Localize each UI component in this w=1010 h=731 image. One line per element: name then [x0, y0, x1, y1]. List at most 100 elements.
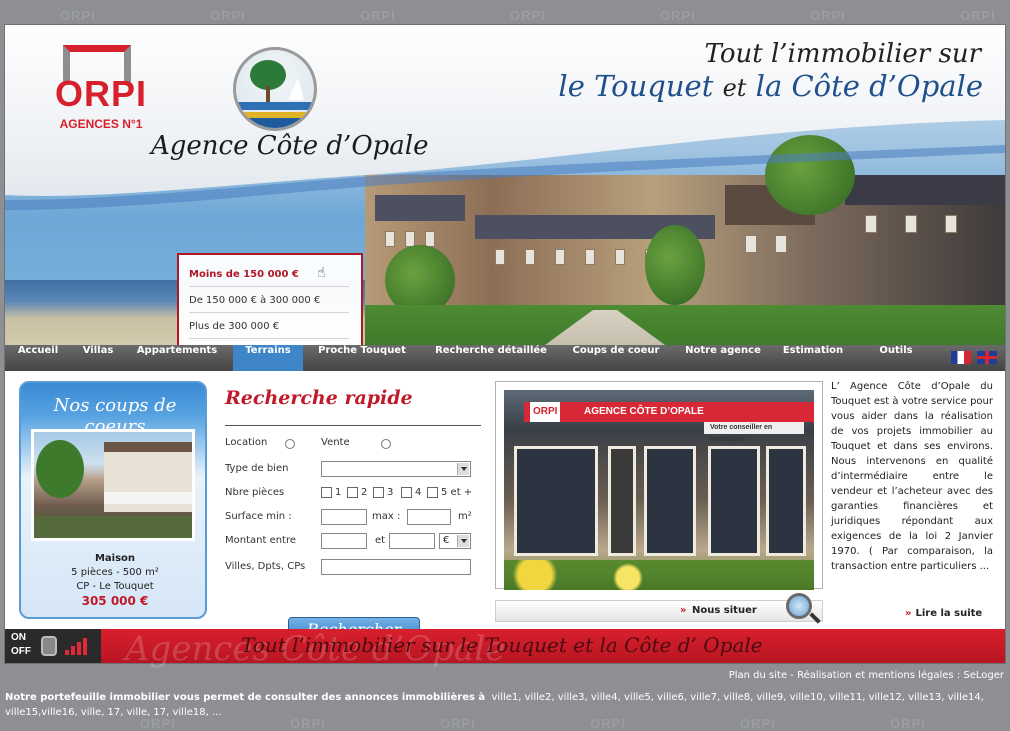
logo-subtitle: AGENCES N°1 [59, 117, 143, 131]
nav-item-estimation[interactable]: Estimation [775, 345, 851, 371]
vente-label: Vente [321, 437, 350, 448]
storefront-subsign: Votre conseiller en immobilier [704, 422, 804, 443]
montant-and-label: et [375, 535, 386, 546]
pieces-checkbox-3[interactable] [373, 487, 384, 498]
pieces-checkbox-4[interactable] [401, 487, 412, 498]
read-more-link[interactable]: » Lire la suite [905, 608, 982, 619]
featured-listing-card[interactable]: Nos coups de coeurs Maison 5 pièces - 50… [19, 381, 207, 619]
nav-item-recherche-detaillee[interactable]: Recherche détaillée [421, 345, 561, 371]
montant-min-input[interactable] [321, 533, 367, 549]
storefront-image: ORPI AGENCE CÔTE D’OPALE Votre conseille… [504, 390, 814, 590]
tree [645, 225, 705, 305]
pieces-option-label: 3 [387, 487, 394, 498]
seo-intro: Notre portefeuille immobilier vous perme… [5, 692, 486, 703]
agency-storefront-photo: ORPI AGENCE CÔTE D’OPALE Votre conseille… [495, 381, 823, 590]
location-radio[interactable] [285, 439, 295, 449]
flag-uk-icon[interactable] [977, 351, 997, 364]
surface-label: Surface min : [225, 511, 292, 522]
hand-cursor-icon: ☝ [317, 265, 326, 281]
location-label: Location [225, 437, 268, 448]
chevron-right-icon: » [905, 608, 912, 619]
agency-emblem-icon [233, 47, 317, 131]
currency-value: € [443, 535, 450, 546]
toggle-knob-icon [41, 636, 57, 656]
featured-price: 305 000 € [81, 594, 149, 608]
pieces-checkbox-5[interactable] [427, 487, 438, 498]
flowerbed [504, 560, 814, 590]
price-filter-menu: Moins de 150 000 € De 150 000 € à 300 00… [177, 253, 363, 345]
surface-min-input[interactable] [321, 509, 367, 525]
nav-item-coups-de-coeur[interactable]: Coups de coeur [561, 345, 671, 371]
shop-window [708, 446, 760, 556]
currency-select[interactable]: € [439, 533, 471, 549]
quick-search-form: Recherche rapide Location Vente Type de … [221, 387, 481, 627]
featured-location: CP - Le Touquet [76, 581, 154, 592]
pieces-option-label: 4 [415, 487, 422, 498]
pieces-checkbox-2[interactable] [347, 487, 358, 498]
chevron-down-icon [457, 535, 469, 547]
main-nav: Accueil Villas Appartements Terrains Pro… [5, 345, 1005, 371]
nav-item-notre-agence[interactable]: Notre agence [671, 345, 775, 371]
chevron-down-icon [457, 463, 469, 475]
volume-bars-icon [65, 637, 91, 655]
nav-item-proche-touquet[interactable]: Proche Touquet [307, 345, 417, 371]
logo-word: ORPI [54, 73, 147, 114]
watermark-text: ORPI [210, 8, 246, 23]
vente-radio[interactable] [381, 439, 391, 449]
page-frame: ORPI AGENCES N°1 Agence Côte d’Opale Tou… [4, 24, 1006, 669]
bottom-slogan-band: Agences Côte d’Opale Tout l’immobilier s… [5, 629, 1005, 669]
pieces-option-label: 5 et + [441, 487, 473, 498]
price-option-150k-300k[interactable]: De 150 000 € à 300 000 € [189, 289, 349, 313]
nav-item-accueil[interactable]: Accueil [5, 345, 71, 371]
flag-fr-icon[interactable] [951, 351, 971, 364]
pieces-checkbox-1[interactable] [321, 487, 332, 498]
featured-spec: 5 pièces - 500 m² [71, 567, 159, 578]
watermark-text: ORPI [510, 8, 546, 23]
villes-input[interactable] [321, 559, 471, 575]
storefront-sign: ORPI AGENCE CÔTE D’OPALE [524, 402, 814, 422]
pieces-option-label: 2 [361, 487, 368, 498]
nous-situer-link[interactable]: » Nous situer [495, 593, 823, 622]
montant-max-input[interactable] [389, 533, 435, 549]
agency-name: Agence Côte d’Opale [151, 131, 429, 161]
shop-window [644, 446, 696, 556]
pieces-label: Nbre pièces [225, 487, 285, 498]
featured-photo[interactable] [31, 429, 195, 541]
sound-toggle[interactable]: ON OFF [5, 629, 101, 663]
surface-unit: m² [458, 511, 472, 522]
watermark-text: ORPI [360, 8, 396, 23]
storefront-sign-text: AGENCE CÔTE D’OPALE [584, 406, 704, 417]
tagline-place-2: la Côte d’Opale [755, 69, 983, 103]
banner-lawn [365, 305, 1005, 345]
nous-situer-label: Nous situer [692, 605, 757, 616]
nav-item-outils[interactable]: Outils [861, 345, 931, 371]
storefront-logo: ORPI [530, 402, 561, 422]
villes-label: Villes, Dpts, CPs [225, 561, 306, 572]
tagline-line2: le Touquet et la Côte d’Opale [558, 69, 983, 103]
type-select[interactable] [321, 461, 471, 477]
watermark-text: ORPI [960, 8, 996, 23]
watermark-text: ORPI [660, 8, 696, 23]
chevron-right-icon: » [680, 605, 687, 616]
nav-item-terrains[interactable]: Terrains [233, 345, 303, 371]
tagline-line1: Tout l’immobilier sur [704, 39, 981, 69]
agency-description: L’ Agence Côte d’Opale du Touquet est à … [831, 381, 993, 572]
tagline-conjunction: et [722, 74, 747, 102]
orpi-logo[interactable]: ORPI AGENCES N°1 [41, 45, 161, 141]
magnifier-icon [786, 593, 812, 619]
surface-max-label: max : [372, 511, 401, 522]
shop-window [766, 446, 806, 556]
band-slogan: Tout l’immobilier sur le Touquet et la C… [241, 633, 763, 657]
read-more-label: Lire la suite [915, 608, 983, 619]
featured-type: Maison [94, 553, 136, 564]
sound-on-label: ON [11, 632, 26, 643]
watermark-text: ORPI [810, 8, 846, 23]
surface-max-input[interactable] [407, 509, 451, 525]
price-option-over-300k[interactable]: Plus de 300 000 € [189, 315, 349, 339]
nav-item-appartements[interactable]: Appartements [125, 345, 229, 371]
footer-links[interactable]: Plan du site - Réalisation et mentions l… [729, 670, 1004, 681]
header-banner: ORPI AGENCES N°1 Agence Côte d’Opale Tou… [5, 25, 1005, 345]
nav-item-villas[interactable]: Villas [71, 345, 125, 371]
shop-door [608, 446, 636, 556]
search-title: Recherche rapide [225, 387, 413, 409]
